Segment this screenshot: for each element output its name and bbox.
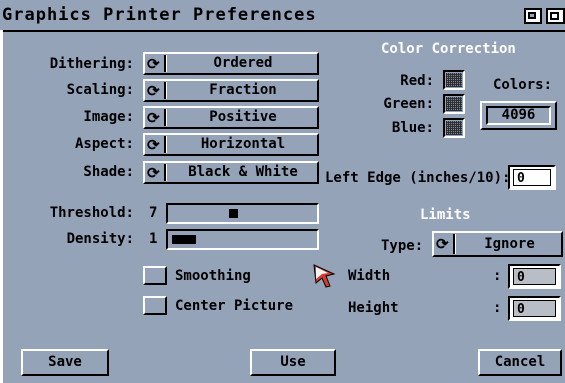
color-correction-heading: Color Correction bbox=[381, 41, 516, 57]
density-value: 1 bbox=[149, 231, 158, 247]
dithering-label: Dithering: bbox=[49, 56, 134, 72]
cycle-icon: ⟳ bbox=[436, 235, 449, 253]
limits-heading: Limits bbox=[420, 207, 471, 223]
green-label: Green: bbox=[383, 96, 434, 112]
density-slider[interactable] bbox=[166, 229, 319, 250]
width-colon: : bbox=[493, 268, 502, 284]
scaling-label: Scaling: bbox=[66, 82, 134, 98]
aspect-cycle[interactable]: ⟳ Horizontal bbox=[143, 133, 319, 156]
width-value: 0 bbox=[513, 268, 556, 285]
density-slider-knob[interactable] bbox=[172, 235, 196, 244]
depth-gadget[interactable] bbox=[546, 8, 565, 24]
limits-type-cycle[interactable]: ⟳ Ignore bbox=[432, 231, 563, 257]
image-label: Image: bbox=[83, 109, 134, 125]
limits-type-label: Type: bbox=[381, 238, 424, 254]
colors-value: 4096 bbox=[486, 106, 551, 125]
left-edge-field[interactable]: 0 bbox=[508, 165, 556, 190]
dithering-value: Ordered bbox=[213, 55, 273, 71]
threshold-label: Threshold: bbox=[49, 205, 134, 221]
use-button[interactable]: Use bbox=[250, 349, 336, 376]
shade-cycle[interactable]: ⟳ Black & White bbox=[143, 161, 319, 184]
window-title: Graphics Printer Preferences bbox=[2, 5, 317, 25]
red-swatch[interactable] bbox=[443, 70, 465, 90]
zoom-icon bbox=[528, 12, 536, 19]
left-edge-value: 0 bbox=[513, 169, 551, 186]
aspect-value: Horizontal bbox=[200, 136, 286, 152]
depth-icon bbox=[550, 12, 559, 20]
title-bar[interactable]: Graphics Printer Preferences bbox=[0, 0, 565, 32]
cycle-icon: ⟳ bbox=[147, 164, 160, 182]
cycle-icon: ⟳ bbox=[147, 55, 160, 73]
mouse-pointer-icon bbox=[313, 264, 335, 288]
density-label: Density: bbox=[66, 231, 134, 247]
red-label: Red: bbox=[400, 73, 434, 89]
limits-type-value: Ignore bbox=[484, 236, 535, 252]
left-edge-label: Left Edge (inches/10): bbox=[325, 170, 511, 186]
center-picture-checkbox[interactable] bbox=[143, 296, 167, 315]
dithering-cycle[interactable]: ⟳ Ordered bbox=[143, 52, 319, 75]
image-value: Positive bbox=[209, 109, 277, 125]
cycle-icon: ⟳ bbox=[147, 136, 160, 154]
height-label: Height bbox=[348, 300, 399, 316]
height-value: 0 bbox=[513, 300, 556, 317]
smoothing-checkbox[interactable] bbox=[143, 266, 167, 285]
colors-label: Colors: bbox=[493, 77, 553, 93]
green-swatch[interactable] bbox=[443, 94, 465, 114]
image-cycle[interactable]: ⟳ Positive bbox=[143, 106, 319, 129]
shade-label: Shade: bbox=[83, 164, 134, 180]
height-field[interactable]: 0 bbox=[508, 296, 561, 321]
width-field[interactable]: 0 bbox=[508, 264, 561, 289]
scaling-value: Fraction bbox=[209, 82, 277, 98]
height-colon: : bbox=[493, 300, 502, 316]
aspect-label: Aspect: bbox=[74, 136, 134, 152]
cycle-icon: ⟳ bbox=[147, 82, 160, 100]
threshold-slider[interactable] bbox=[166, 203, 319, 224]
blue-swatch[interactable] bbox=[443, 118, 465, 138]
preferences-window: Graphics Printer Preferences Dithering: … bbox=[0, 0, 565, 383]
save-button[interactable]: Save bbox=[21, 349, 109, 376]
colors-display: 4096 bbox=[480, 101, 557, 130]
center-picture-label: Center Picture bbox=[175, 298, 294, 314]
threshold-slider-knob[interactable] bbox=[229, 209, 238, 218]
blue-label: Blue: bbox=[391, 120, 434, 136]
cancel-button[interactable]: Cancel bbox=[478, 349, 562, 376]
scaling-cycle[interactable]: ⟳ Fraction bbox=[143, 79, 319, 102]
smoothing-label: Smoothing bbox=[175, 268, 251, 284]
zoom-gadget[interactable] bbox=[524, 8, 542, 24]
threshold-value: 7 bbox=[149, 205, 158, 221]
shade-value: Black & White bbox=[188, 164, 298, 180]
width-label: Width bbox=[348, 268, 391, 284]
window-border bbox=[0, 30, 3, 383]
cycle-icon: ⟳ bbox=[147, 109, 160, 127]
